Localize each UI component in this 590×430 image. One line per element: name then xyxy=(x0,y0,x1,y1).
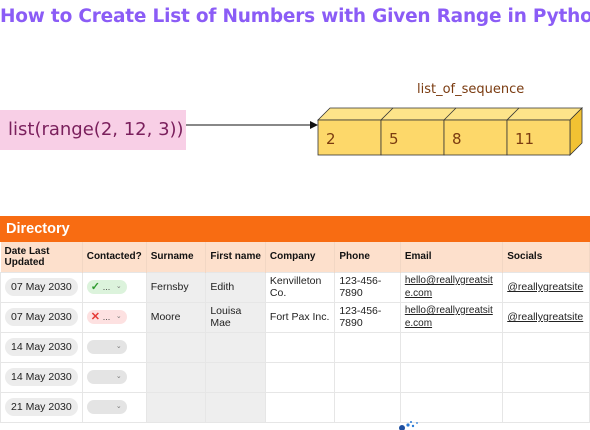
company-cell[interactable] xyxy=(264,361,336,393)
email-cell[interactable] xyxy=(399,361,504,393)
date-pill[interactable]: 14 May 2030 xyxy=(5,368,78,386)
first-name-cell[interactable]: Edith xyxy=(205,271,266,303)
socials-cell[interactable]: @reallygreatsite xyxy=(502,271,590,303)
first-name-cell[interactable] xyxy=(205,391,266,423)
date-pill[interactable]: 07 May 2030 xyxy=(5,278,78,296)
company-cell[interactable] xyxy=(264,391,336,423)
email-cell[interactable]: hello@reallygreatsite.com xyxy=(399,271,504,303)
contacted-dropdown[interactable]: ✕... ⌄ xyxy=(86,310,127,324)
company-cell[interactable]: Fort Pax Inc. xyxy=(264,301,336,333)
date-cell[interactable]: 21 May 2030 xyxy=(0,391,83,423)
sequence-cell: 2 xyxy=(317,119,382,156)
table-row[interactable]: 07 May 2030 ✕... ⌄ Moore Louisa Mae Fort Pax … xyxy=(0,301,590,333)
sequence-value: 2 xyxy=(326,130,336,148)
date-pill[interactable]: 14 May 2030 xyxy=(5,338,78,356)
socials-link[interactable]: @reallygreatsite xyxy=(507,311,583,323)
first-name-cell[interactable] xyxy=(205,361,266,393)
sequence-cell: 8 xyxy=(443,119,508,156)
col-header-email[interactable]: Email xyxy=(400,242,504,272)
sequence-value: 5 xyxy=(389,130,399,148)
company-cell[interactable]: Kenvilleton Co. xyxy=(264,271,336,303)
contacted-dropdown[interactable]: ✓... ⌄ xyxy=(86,280,127,294)
surname-cell[interactable] xyxy=(145,331,207,363)
col-header-company[interactable]: Company xyxy=(265,242,336,272)
table-row[interactable]: 21 May 2030 ⌄ xyxy=(0,391,590,423)
email-cell[interactable]: hello@reallygreatsite.com xyxy=(399,301,504,333)
surname-cell[interactable] xyxy=(145,391,207,423)
contacted-cell[interactable]: ⌄ xyxy=(81,391,147,423)
email-link[interactable]: hello@reallygreatsite.com xyxy=(405,275,493,299)
date-pill[interactable]: 21 May 2030 xyxy=(5,398,78,416)
date-cell[interactable]: 14 May 2030 xyxy=(0,331,83,363)
date-cell[interactable]: 07 May 2030 xyxy=(0,301,83,333)
date-pill[interactable]: 07 May 2030 xyxy=(5,308,78,326)
chevron-down-icon: ⌄ xyxy=(115,373,122,380)
directory-header: Directory xyxy=(0,216,590,242)
table-row[interactable]: 14 May 2030 ⌄ xyxy=(0,331,590,363)
company-cell[interactable] xyxy=(264,331,336,363)
x-icon: ✕ xyxy=(90,311,100,323)
chevron-down-icon: ⌄ xyxy=(115,313,122,320)
date-cell[interactable]: 14 May 2030 xyxy=(0,361,83,393)
contacted-cell[interactable]: ⌄ xyxy=(81,361,147,393)
col-header-first-name[interactable]: First name xyxy=(205,242,266,272)
col-header-date[interactable]: Date Last Updated xyxy=(0,242,83,272)
contacted-dropdown[interactable]: ⌄ xyxy=(86,400,127,414)
surname-cell[interactable]: Moore xyxy=(145,301,207,333)
sequence-cell: 11 xyxy=(506,119,571,156)
sequence-value: 8 xyxy=(452,130,462,148)
first-name-cell[interactable]: Louisa Mae xyxy=(205,301,266,333)
contacted-cell[interactable]: ⌄ xyxy=(81,331,147,363)
contacted-dropdown[interactable]: ⌄ xyxy=(86,370,127,384)
phone-cell[interactable] xyxy=(334,361,401,393)
table-header-row: Date Last Updated Contacted? Surname Fir… xyxy=(0,242,590,272)
socials-cell[interactable]: @reallygreatsite xyxy=(502,301,590,333)
contacted-value: ... xyxy=(102,282,111,292)
socials-cell[interactable] xyxy=(502,391,590,423)
col-header-surname[interactable]: Surname xyxy=(146,242,207,272)
date-cell[interactable]: 07 May 2030 xyxy=(0,271,83,303)
socials-cell[interactable] xyxy=(502,331,590,363)
first-name-cell[interactable] xyxy=(205,331,266,363)
socials-link[interactable]: @reallygreatsite xyxy=(507,281,583,293)
surname-cell[interactable] xyxy=(145,361,207,393)
col-header-socials[interactable]: Socials xyxy=(502,242,590,272)
email-link[interactable]: hello@reallygreatsite.com xyxy=(405,305,493,329)
col-header-contacted[interactable]: Contacted? xyxy=(82,242,147,272)
surname-cell[interactable]: Fernsby xyxy=(145,271,207,303)
chevron-down-icon: ⌄ xyxy=(115,343,122,350)
phone-cell[interactable] xyxy=(334,391,401,423)
col-header-phone[interactable]: Phone xyxy=(334,242,401,272)
email-cell[interactable] xyxy=(399,391,504,423)
phone-cell[interactable]: 123-456-7890 xyxy=(334,301,401,333)
chevron-down-icon: ⌄ xyxy=(115,403,122,410)
chevron-down-icon: ⌄ xyxy=(115,283,122,290)
logo-icon xyxy=(399,421,418,430)
table-row[interactable]: 14 May 2030 ⌄ xyxy=(0,361,590,393)
sequence-cell: 5 xyxy=(380,119,445,156)
check-icon: ✓ xyxy=(90,281,100,293)
email-cell[interactable] xyxy=(399,331,504,363)
directory-table: Date Last Updated Contacted? Surname Fir… xyxy=(0,242,590,423)
contacted-value: ... xyxy=(102,312,111,322)
phone-cell[interactable]: 123-456-7890 xyxy=(334,271,401,303)
socials-cell[interactable] xyxy=(502,361,590,393)
contacted-cell[interactable]: ✕... ⌄ xyxy=(81,301,147,333)
contacted-cell[interactable]: ✓... ⌄ xyxy=(81,271,147,303)
sequence-value: 11 xyxy=(515,130,534,148)
phone-cell[interactable] xyxy=(334,331,401,363)
table-row[interactable]: 07 May 2030 ✓... ⌄ Fernsby Edith Kenvilleton … xyxy=(0,271,590,303)
sequence-blocks: 2 5 8 11 xyxy=(317,107,583,156)
contacted-dropdown[interactable]: ⌄ xyxy=(86,340,127,354)
